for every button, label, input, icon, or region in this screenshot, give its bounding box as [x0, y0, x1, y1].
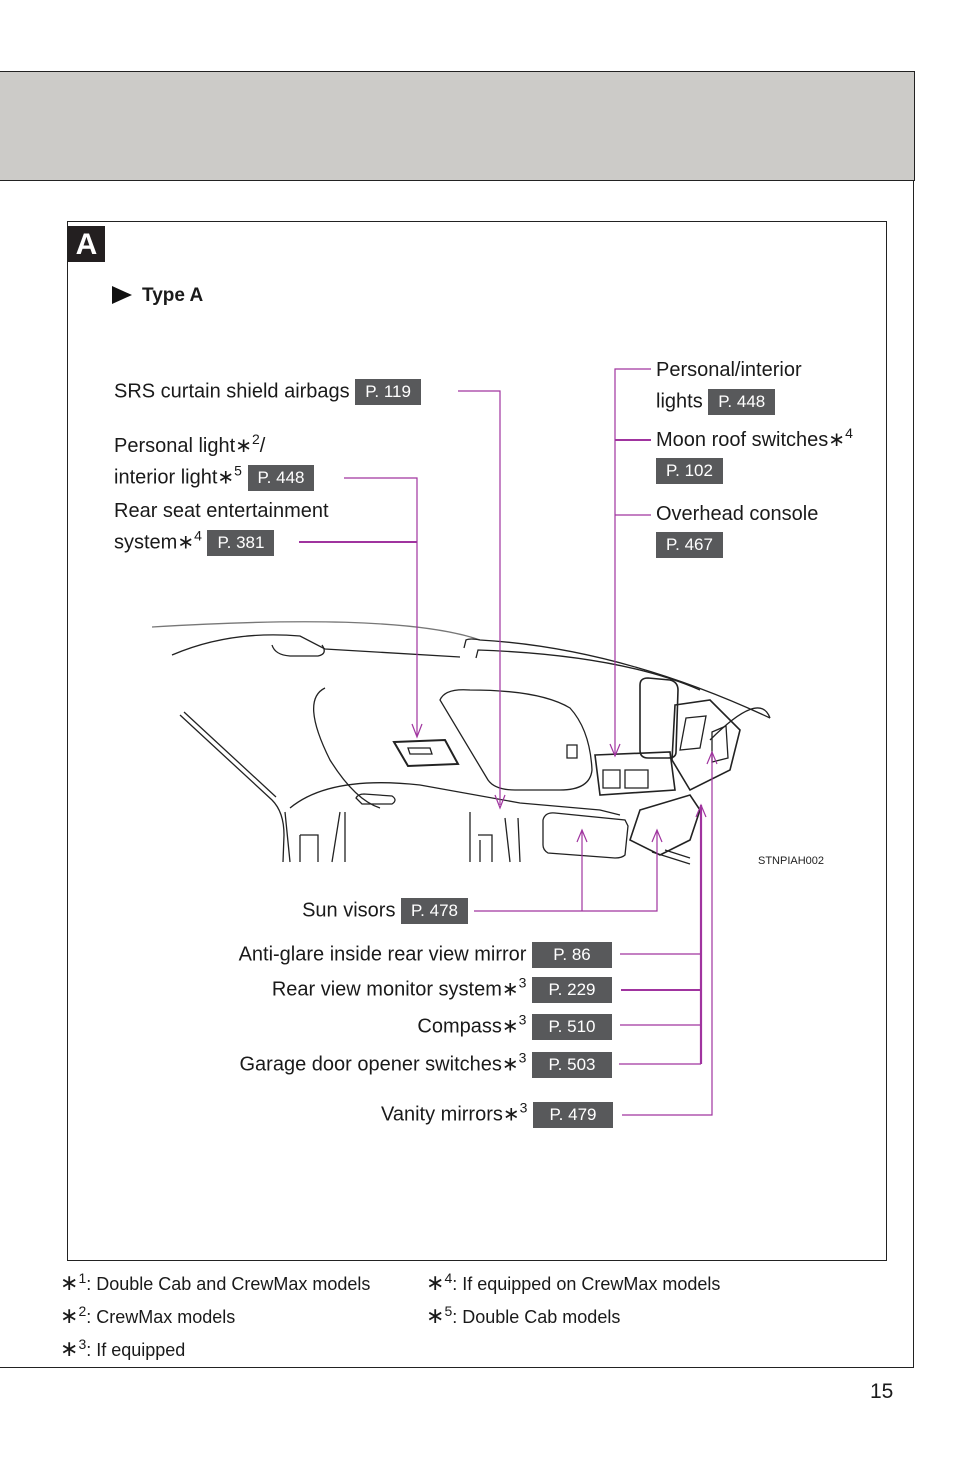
callout-label: Garage door opener switches [239, 1053, 502, 1076]
footnote-2: ∗2: CrewMax models [60, 1303, 235, 1329]
callout-label: Overhead console [656, 503, 819, 525]
footnote-3: ∗3: If equipped [60, 1336, 185, 1362]
page-ref-badge[interactable]: P. 102 [656, 458, 723, 484]
asterisk-icon: ∗ [828, 429, 846, 451]
callout-rear-seat-entertainment-line2: system∗4 P. 381 [114, 527, 275, 556]
footnote-ref: 2 [251, 431, 260, 447]
page-ref-badge[interactable]: P. 479 [533, 1102, 613, 1128]
asterisk-icon: ∗ [501, 1015, 519, 1038]
callout-label: Sun visors [302, 899, 396, 922]
callout-vanity-mirrors: Vanity mirrors∗3 P. 479 [381, 1099, 613, 1128]
footnote-ref: 3 [518, 1049, 527, 1066]
leader-lines [299, 368, 718, 1116]
asterisk-icon: ∗ [217, 466, 235, 489]
callout-label: Rear seat entertainment [114, 500, 329, 522]
page-ref-badge[interactable]: P. 478 [401, 898, 468, 924]
callout-moon-roof-switches: Moon roof switches∗4 [656, 425, 853, 452]
leader-personal-interior-lights [614, 368, 651, 756]
asterisk-icon: ∗ [426, 1270, 445, 1295]
footnote-ref: 3 [519, 1099, 528, 1116]
callout-anti-glare-mirror: Anti-glare inside rear view mirror P. 86 [239, 942, 612, 968]
vehicle-interior-drawing [151, 621, 771, 865]
footnote-text: : If equipped on CrewMax models [452, 1274, 721, 1294]
asterisk-icon: ∗ [426, 1303, 445, 1328]
asterisk-icon: ∗ [502, 1103, 520, 1126]
asterisk-icon: ∗ [177, 531, 195, 554]
headliner-illustration [151, 368, 771, 1116]
page-ref-badge[interactable]: P. 503 [532, 1052, 612, 1078]
footnote-text: : CrewMax models [86, 1307, 236, 1327]
asterisk-icon: ∗ [60, 1303, 79, 1328]
asterisk-icon: ∗ [501, 978, 519, 1001]
footnote-ref: 4 [194, 527, 202, 544]
callout-label-suffix: / [259, 435, 266, 457]
callout-overhead-console: Overhead console [656, 502, 818, 526]
page-ref-badge[interactable]: P. 86 [532, 942, 612, 968]
asterisk-icon: ∗ [501, 1053, 519, 1076]
footnote-ref: 5 [234, 462, 242, 479]
callout-label: system [114, 531, 178, 554]
footnote-text: : If equipped [86, 1340, 186, 1360]
callout-label: Vanity mirrors [381, 1103, 503, 1126]
footnote-ref: 4 [845, 425, 853, 441]
callout-personal-interior-lights-line2: lights P. 448 [656, 389, 776, 415]
page-ref-badge[interactable]: P. 229 [532, 977, 612, 1003]
page-ref-badge[interactable]: P. 448 [708, 389, 776, 415]
callout-garage-door-opener: Garage door opener switches∗3 P. 503 [239, 1049, 612, 1078]
page-ref-badge[interactable]: P. 448 [247, 465, 315, 491]
footnote-text: : Double Cab and CrewMax models [86, 1274, 371, 1294]
leader-srs-airbags [458, 390, 501, 805]
footnote-1: ∗1: Double Cab and CrewMax models [60, 1270, 370, 1296]
callout-label: lights [656, 390, 703, 413]
callout-label: SRS curtain shield airbags [114, 380, 350, 403]
leader-personal-light [344, 477, 418, 735]
callout-sun-visors: Sun visors P. 478 [302, 898, 468, 924]
footnote-ref: 3 [518, 1011, 527, 1028]
page-number: 15 [870, 1380, 894, 1403]
callout-label: Personal/interior [656, 359, 802, 381]
callout-personal-interior-lights-line1: Personal/interior [656, 358, 802, 382]
asterisk-icon: ∗ [60, 1336, 79, 1361]
callout-label: Anti-glare inside rear view mirror [238, 943, 527, 966]
footnote-4: ∗4: If equipped on CrewMax models [426, 1270, 720, 1296]
asterisk-icon: ∗ [235, 435, 252, 457]
asterisk-icon: ∗ [60, 1270, 79, 1295]
page-ref-badge[interactable]: P. 119 [355, 379, 421, 405]
callout-rear-view-monitor: Rear view monitor system∗3 P. 229 [271, 974, 612, 1003]
callout-label: Rear view monitor system [271, 978, 502, 1001]
callout-interior-light-line2: interior light∗5 P. 448 [114, 462, 315, 491]
footnote-text: : Double Cab models [452, 1307, 621, 1327]
callout-label: Moon roof switches [656, 429, 829, 451]
footnote-5: ∗5: Double Cab models [426, 1303, 620, 1329]
footnote-ref: 3 [518, 974, 527, 991]
callout-label: Personal light [114, 435, 236, 457]
callout-label: interior light [114, 466, 218, 489]
callout-personal-light-line1: Personal light∗2/ [114, 431, 266, 458]
page-ref-badge[interactable]: P. 510 [532, 1014, 612, 1040]
callout-rear-seat-entertainment-line1: Rear seat entertainment [114, 499, 329, 523]
page-ref-badge[interactable]: P. 467 [656, 532, 723, 558]
illustration-code: STNPIAH002 [758, 855, 825, 867]
page-ref-badge[interactable]: P. 381 [207, 530, 275, 556]
callout-srs-airbags: SRS curtain shield airbags P. 119 [114, 379, 421, 405]
callout-label: Compass [417, 1015, 502, 1038]
leader-sun-visors [474, 830, 658, 912]
callout-compass: Compass∗3 P. 510 [417, 1011, 612, 1040]
